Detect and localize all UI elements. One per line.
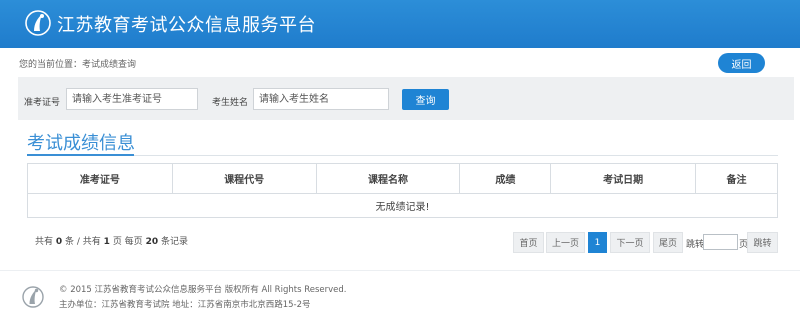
copyright-text: © 2015 江苏省教育考试公众信息服务平台 版权所有 All Rights R… — [59, 285, 347, 295]
query-button[interactable]: 查询 — [402, 89, 449, 110]
summary-mid2: 页 每页 — [112, 237, 143, 247]
site-header: 江苏教育考试公众信息服务平台 — [0, 0, 800, 48]
footer-logo-icon — [22, 286, 44, 308]
section-divider — [27, 155, 778, 156]
exam-no-label: 准考证号 — [24, 98, 61, 108]
col-exam-date: 考试日期 — [550, 163, 697, 194]
prev-page-button[interactable]: 上一页 — [546, 232, 585, 253]
jump-page-input[interactable] — [703, 234, 738, 250]
total-pages: 1 — [103, 237, 110, 247]
name-input[interactable] — [253, 88, 389, 110]
current-page-button[interactable]: 1 — [588, 232, 607, 253]
col-course-code: 课程代号 — [171, 163, 317, 194]
col-course-name: 课程名称 — [315, 163, 461, 194]
first-page-button[interactable]: 首页 — [513, 232, 544, 253]
col-score: 成绩 — [459, 163, 552, 194]
pagination-summary: 共有 0 条 / 共有 1 页 每页 20 条记录 — [35, 234, 188, 247]
col-exam-no: 准考证号 — [27, 163, 173, 194]
last-page-button[interactable]: 尾页 — [653, 232, 683, 253]
breadcrumb-bar: 您的当前位置：考试成绩查询 — [0, 48, 800, 76]
col-remarks: 备注 — [695, 163, 778, 194]
exam-logo-icon — [25, 10, 51, 36]
empty-message: 无成绩记录! — [27, 193, 778, 218]
total-records: 0 — [55, 237, 63, 247]
per-page: 20 — [145, 237, 159, 247]
results-table: 准考证号 课程代号 课程名称 成绩 考试日期 备注 无成绩记录! — [27, 163, 778, 218]
table-row: 无成绩记录! — [27, 193, 778, 218]
summary-prefix: 共有 — [35, 237, 54, 247]
table-header-row: 准考证号 课程代号 课程名称 成绩 考试日期 备注 — [27, 163, 778, 194]
site-title: 江苏教育考试公众信息服务平台 — [57, 15, 316, 36]
section-title: 考试成绩信息 — [27, 133, 135, 154]
back-button[interactable]: 返回 — [718, 53, 765, 73]
section-title-underline — [27, 154, 134, 156]
summary-suffix: 条记录 — [160, 237, 188, 247]
address-text: 主办单位：江苏省教育考试院 地址：江苏省南京市北京西路15-2号 — [59, 300, 311, 310]
jump-button[interactable]: 跳转 — [747, 232, 778, 253]
jump-label: 跳转 — [686, 240, 705, 250]
name-label: 考生姓名 — [212, 98, 249, 108]
summary-mid1: 条 / 共有 — [65, 237, 101, 247]
breadcrumb: 您的当前位置：考试成绩查询 — [19, 60, 137, 70]
next-page-button[interactable]: 下一页 — [610, 232, 650, 253]
exam-no-input[interactable] — [66, 88, 198, 110]
